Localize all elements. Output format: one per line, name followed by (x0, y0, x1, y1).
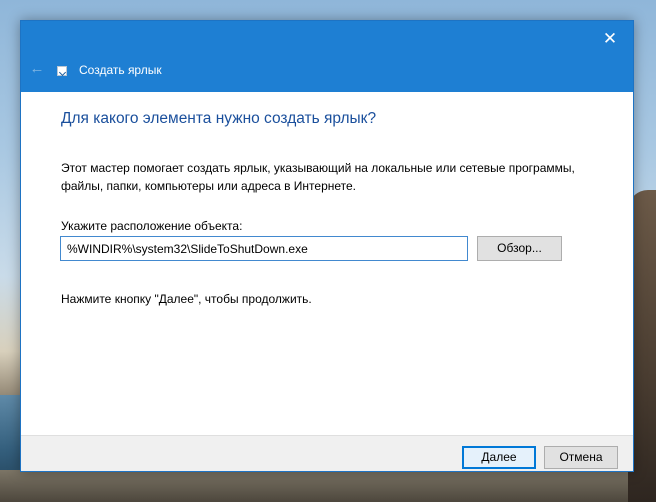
page-heading: Для какого элемента нужно создать ярлык? (61, 110, 377, 127)
cancel-button[interactable]: Отмена (544, 446, 618, 469)
window-title: Создать ярлык (79, 63, 162, 77)
close-icon: ✕ (602, 29, 618, 48)
back-arrow-icon: ← (29, 60, 45, 77)
close-button[interactable]: ✕ (587, 21, 633, 57)
back-button[interactable]: ← (27, 57, 47, 81)
title-bar: ✕ ← Создать ярлык (21, 21, 633, 92)
location-label: Укажите расположение объекта: (61, 219, 243, 233)
next-button[interactable]: Далее (462, 446, 536, 469)
desktop-shore (0, 470, 656, 502)
button-bar: Далее Отмена (21, 435, 633, 471)
location-input[interactable] (60, 236, 468, 261)
continue-hint: Нажмите кнопку "Далее", чтобы продолжить… (61, 292, 312, 306)
wizard-description: Этот мастер помогает создать ярлык, указ… (61, 161, 575, 193)
browse-button[interactable]: Обзор... (477, 236, 562, 261)
shortcut-icon (57, 66, 67, 76)
create-shortcut-dialog: ✕ ← Создать ярлык Для какого элемента ну… (20, 20, 634, 472)
